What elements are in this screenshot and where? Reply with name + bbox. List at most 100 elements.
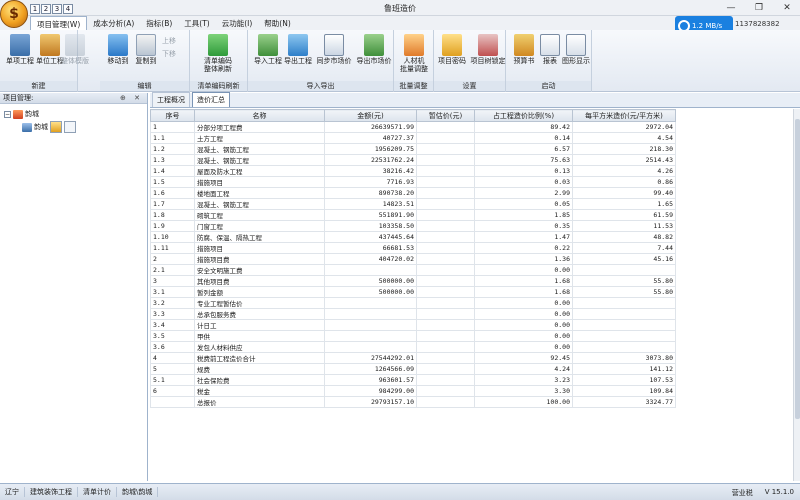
close-button[interactable]: ✕ [778, 1, 796, 15]
graphic-magnifier-icon [566, 34, 586, 56]
table-row[interactable]: 1.6 楼地面工程 890738.20 2.99 99.40 [150, 187, 676, 199]
column-header[interactable]: 名称 [194, 109, 325, 122]
tab-indicators[interactable]: 指标(B) [140, 16, 178, 30]
table-row[interactable]: 5 规费 1264566.09 4.24 141.12 [150, 363, 676, 375]
sync-market-price-button[interactable]: 同步市场价 [314, 34, 354, 65]
tab-help[interactable]: 帮助(N) [258, 16, 296, 30]
export-project-button[interactable]: 导出工程 [280, 34, 316, 65]
maximize-button[interactable]: ❐ [750, 1, 768, 15]
tree-root-node[interactable]: − 韵城 [4, 109, 39, 119]
table-cell: 砌筑工程 [194, 209, 325, 221]
magnifier-icon[interactable] [64, 121, 76, 133]
move-down-button[interactable]: 下移 [162, 49, 176, 59]
app-menu-orb-icon[interactable]: $ [0, 0, 28, 28]
code-refresh-button[interactable]: 清单编码 整体刷新 [200, 34, 236, 73]
quick-access-toolbar: 1 2 3 4 [30, 4, 73, 14]
column-header[interactable]: 金额(元) [324, 109, 417, 122]
table-row[interactable]: 2.1 安全文明施工费 0.00 [150, 264, 676, 276]
group-label: 导入导出 [248, 81, 393, 91]
table-cell: 5.1 [150, 374, 195, 386]
qat-item-3[interactable]: 3 [52, 4, 62, 14]
table-row[interactable]: 2 措施项目费 404720.02 1.36 45.16 [150, 253, 676, 265]
table-row[interactable]: 1.10 防腐、保温、隔热工程 437445.64 1.47 48.82 [150, 231, 676, 243]
table-cell: 75.63 [474, 154, 573, 166]
tab-project-overview[interactable]: 工程概况 [152, 92, 190, 107]
cost-table: 序号 名称 金额(元) 暂估价(元) 占工程造价比例(%) 每平方米造价(元/平方米) 1… [150, 109, 676, 408]
table-row[interactable]: 3 其他项目费 500000.00 1.68 55.80 [150, 275, 676, 287]
tab-cost-analysis[interactable]: 成本分析(A) [87, 16, 140, 30]
tree-child-node[interactable]: 韵城 [22, 121, 76, 133]
table-cell: 楼地面工程 [194, 187, 325, 199]
ribbon-group-code-refresh: 清单编码 整体刷新 清单编码刷新 [190, 30, 248, 92]
minimize-button[interactable]: — [722, 1, 740, 15]
table-cell: 45.16 [572, 253, 676, 265]
project-password-button[interactable]: 项目密码 [434, 34, 470, 65]
table-row[interactable]: 总报价 29793157.10 100.00 3324.77 [150, 396, 676, 408]
table-row[interactable]: 1.3 混凝土、钢筋工程 22531762.24 75.63 2514.43 [150, 154, 676, 166]
export-market-price-button[interactable]: 导出市场价 [354, 34, 394, 65]
table-row[interactable]: 4 税费前工程造价合计 27544292.01 92.45 3073.80 [150, 352, 676, 364]
move-up-button[interactable]: 上移 [162, 36, 176, 46]
table-row[interactable]: 1.2 混凝土、钢筋工程 1956209.75 6.57 218.30 [150, 143, 676, 155]
panel-controls[interactable]: ⊕ ✕ [120, 93, 143, 104]
batch-adjust-button[interactable]: 人材机 批量调整 [396, 34, 432, 73]
table-row[interactable]: 1.8 砌筑工程 551891.90 1.85 61.59 [150, 209, 676, 221]
table-cell [416, 264, 475, 276]
table-cell: 963601.57 [324, 374, 417, 386]
table-row[interactable]: 1.7 混凝土、钢筋工程 14823.51 0.05 1.65 [150, 198, 676, 210]
table-cell: 3.1 [150, 286, 195, 298]
table-row[interactable]: 1 分部分项工程费 26639571.99 89.42 2972.04 [150, 121, 676, 133]
graphic-display-button[interactable]: 图形显示 [558, 34, 594, 65]
tab-cloud[interactable]: 云功能(I) [216, 16, 259, 30]
column-header[interactable]: 占工程造价比例(%) [474, 109, 573, 122]
move-updown: 上移 下移 [162, 36, 176, 59]
ribbon-group-settings: 项目密码 项目树锁定 设置 [434, 30, 506, 92]
qat-item-4[interactable]: 4 [63, 4, 73, 14]
button-label: 复制到 [135, 57, 157, 65]
table-row[interactable]: 1.9 门窗工程 103358.50 0.35 11.53 [150, 220, 676, 232]
column-header[interactable]: 暂估价(元) [416, 109, 475, 122]
collapse-icon[interactable]: − [4, 110, 11, 118]
table-cell [416, 319, 475, 331]
table-row[interactable]: 3.3 总承包服务费 0.00 [150, 308, 676, 320]
title-bar: 鲁班造价 — ❐ ✕ [0, 0, 800, 16]
tab-label: 帮助(N) [264, 19, 291, 28]
column-header[interactable]: 序号 [150, 109, 195, 122]
tab-project-management[interactable]: 项目管理(W) [30, 16, 88, 30]
table-row[interactable]: 5.1 社会保险费 963601.57 3.23 107.53 [150, 374, 676, 386]
table-cell: 40727.37 [324, 132, 417, 144]
tab-label: 云功能(I) [221, 19, 253, 28]
group-label: 清单编码刷新 [190, 81, 247, 91]
table-row[interactable]: 1.11 措施项目 66681.53 0.22 7.44 [150, 242, 676, 254]
whole-template-button[interactable]: 整体模版 [60, 34, 90, 65]
table-row[interactable]: 3.1 暂列金额 500000.00 1.68 55.80 [150, 286, 676, 298]
table-cell: 1.68 [474, 275, 573, 287]
table-cell [324, 264, 417, 276]
column-header[interactable]: 每平方米造价(元/平方米) [572, 109, 676, 122]
table-row[interactable]: 3.6 发包人材料供应 0.00 [150, 341, 676, 353]
edit-tool-icon[interactable] [50, 121, 62, 133]
table-cell: 0.00 [474, 297, 573, 309]
table-cell: 措施项目 [194, 242, 325, 254]
tab-cost-summary[interactable]: 造价汇总 [192, 92, 230, 107]
table-cell: 4.54 [572, 132, 676, 144]
table-row[interactable]: 3.4 计日工 0.00 [150, 319, 676, 331]
vertical-scrollbar[interactable] [793, 109, 800, 481]
panel-header: 项目管理: ⊕ ✕ [0, 93, 147, 104]
table-cell: 7716.93 [324, 176, 417, 188]
tab-tools[interactable]: 工具(T) [178, 16, 215, 30]
qat-item-2[interactable]: 2 [41, 4, 51, 14]
table-row[interactable]: 1.5 措施项目 7716.93 0.03 0.86 [150, 176, 676, 188]
table-row[interactable]: 3.5 甲供 0.00 [150, 330, 676, 342]
table-row[interactable]: 1.4 屋面及防水工程 38216.42 0.13 4.26 [150, 165, 676, 177]
table-row[interactable]: 6 税金 984299.00 3.30 109.84 [150, 385, 676, 397]
table-cell [416, 275, 475, 287]
scroll-thumb[interactable] [795, 119, 800, 419]
qat-item-1[interactable]: 1 [30, 4, 40, 14]
copy-to-button[interactable]: 复制到 [128, 34, 164, 65]
project-tree-lock-button[interactable]: 项目树锁定 [468, 34, 508, 65]
tab-label: 项目管理(W) [37, 20, 81, 29]
table-row[interactable]: 3.2 专业工程暂估价 0.00 [150, 297, 676, 309]
table-row[interactable]: 1.1 土方工程 40727.37 0.14 4.54 [150, 132, 676, 144]
table-cell [324, 330, 417, 342]
